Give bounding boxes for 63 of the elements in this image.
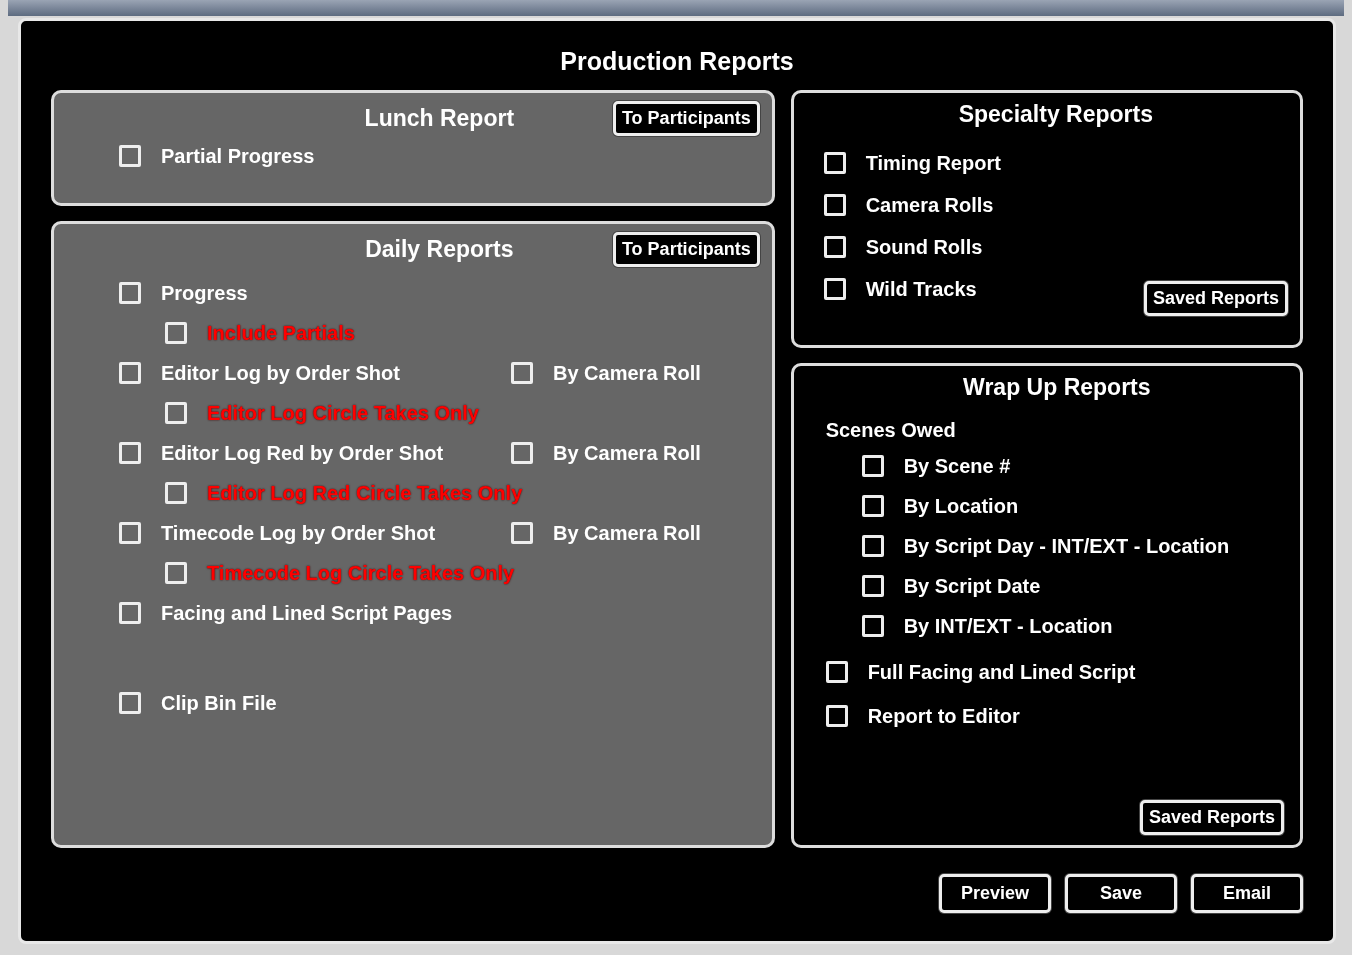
panel-title: Wrap Up Reports bbox=[963, 374, 1151, 401]
checkbox[interactable] bbox=[511, 362, 533, 384]
checkbox-label: By INT/EXT - Location bbox=[903, 614, 1113, 638]
checkbox-label: By Scene # bbox=[903, 454, 1011, 478]
saved-reports-button[interactable]: Saved Reports bbox=[1143, 281, 1288, 316]
checkbox[interactable] bbox=[119, 282, 141, 304]
checkbox-label: Editor Log Red Circle Takes Only bbox=[207, 481, 523, 505]
checkbox[interactable] bbox=[823, 278, 846, 300]
checkbox-label: By Script Date bbox=[903, 574, 1041, 598]
checkbox[interactable] bbox=[119, 362, 141, 384]
checkbox-label: Timecode Log by Order Shot bbox=[161, 521, 436, 545]
checkbox-label: By Location bbox=[903, 494, 1019, 518]
checkbox-label: By Camera Roll bbox=[553, 441, 701, 465]
window-title: Production Reports bbox=[560, 47, 794, 76]
action-button[interactable]: Email bbox=[1191, 874, 1303, 913]
checkbox[interactable] bbox=[165, 322, 187, 344]
checkbox-label: Sound Rolls bbox=[865, 235, 983, 259]
checkbox-label: Editor Log Circle Takes Only bbox=[207, 401, 479, 425]
checkbox-label: Partial Progress bbox=[161, 144, 315, 168]
checkbox[interactable] bbox=[861, 615, 884, 637]
checkbox-label: Editor Log by Order Shot bbox=[161, 361, 400, 385]
checkbox[interactable] bbox=[861, 535, 884, 557]
checkbox[interactable] bbox=[119, 145, 141, 167]
action-button[interactable]: Preview bbox=[939, 874, 1051, 913]
to-participants-button[interactable]: To Participants bbox=[612, 101, 760, 136]
checkbox[interactable] bbox=[119, 602, 141, 624]
checkbox[interactable] bbox=[825, 705, 848, 727]
panel-title: Daily Reports bbox=[365, 236, 514, 263]
panel-title: Specialty Reports bbox=[958, 101, 1153, 128]
checkbox[interactable] bbox=[119, 692, 141, 714]
checkbox-label: Editor Log Red by Order Shot bbox=[161, 441, 444, 465]
checkbox[interactable] bbox=[823, 194, 846, 216]
checkbox-label: Include Partials bbox=[207, 321, 355, 345]
saved-reports-button[interactable]: Saved Reports bbox=[1139, 800, 1284, 835]
checkbox[interactable] bbox=[511, 442, 533, 464]
to-participants-button[interactable]: To Participants bbox=[612, 232, 760, 267]
panel-title: Lunch Report bbox=[364, 105, 515, 132]
checkbox-label: Facing and Lined Script Pages bbox=[161, 601, 453, 625]
checkbox-label: Timing Report bbox=[865, 151, 1001, 175]
checkbox[interactable] bbox=[861, 495, 884, 517]
checkbox-label: Clip Bin File bbox=[161, 691, 277, 715]
checkbox[interactable] bbox=[825, 661, 848, 683]
checkbox-label: Progress bbox=[161, 281, 248, 305]
checkbox-label: Full Facing and Lined Script bbox=[867, 660, 1136, 684]
checkbox[interactable] bbox=[165, 482, 187, 504]
checkbox-label: By Script Day - INT/EXT - Location bbox=[903, 534, 1230, 558]
group-label: Scenes Owed bbox=[825, 419, 957, 442]
checkbox[interactable] bbox=[165, 562, 187, 584]
checkbox-label: Report to Editor bbox=[867, 704, 1020, 728]
checkbox-label: By Camera Roll bbox=[553, 521, 701, 545]
checkbox-label: Camera Rolls bbox=[865, 193, 994, 217]
checkbox[interactable] bbox=[823, 236, 846, 258]
checkbox-label: By Camera Roll bbox=[553, 361, 701, 385]
checkbox[interactable] bbox=[861, 455, 884, 477]
checkbox[interactable] bbox=[861, 575, 884, 597]
checkbox[interactable] bbox=[511, 522, 533, 544]
checkbox[interactable] bbox=[823, 152, 846, 174]
checkbox-label: Wild Tracks bbox=[865, 277, 977, 301]
checkbox[interactable] bbox=[119, 522, 141, 544]
checkbox[interactable] bbox=[165, 402, 187, 424]
checkbox-label: Timecode Log Circle Takes Only bbox=[207, 561, 515, 585]
checkbox[interactable] bbox=[119, 442, 141, 464]
action-button[interactable]: Save bbox=[1065, 874, 1177, 913]
